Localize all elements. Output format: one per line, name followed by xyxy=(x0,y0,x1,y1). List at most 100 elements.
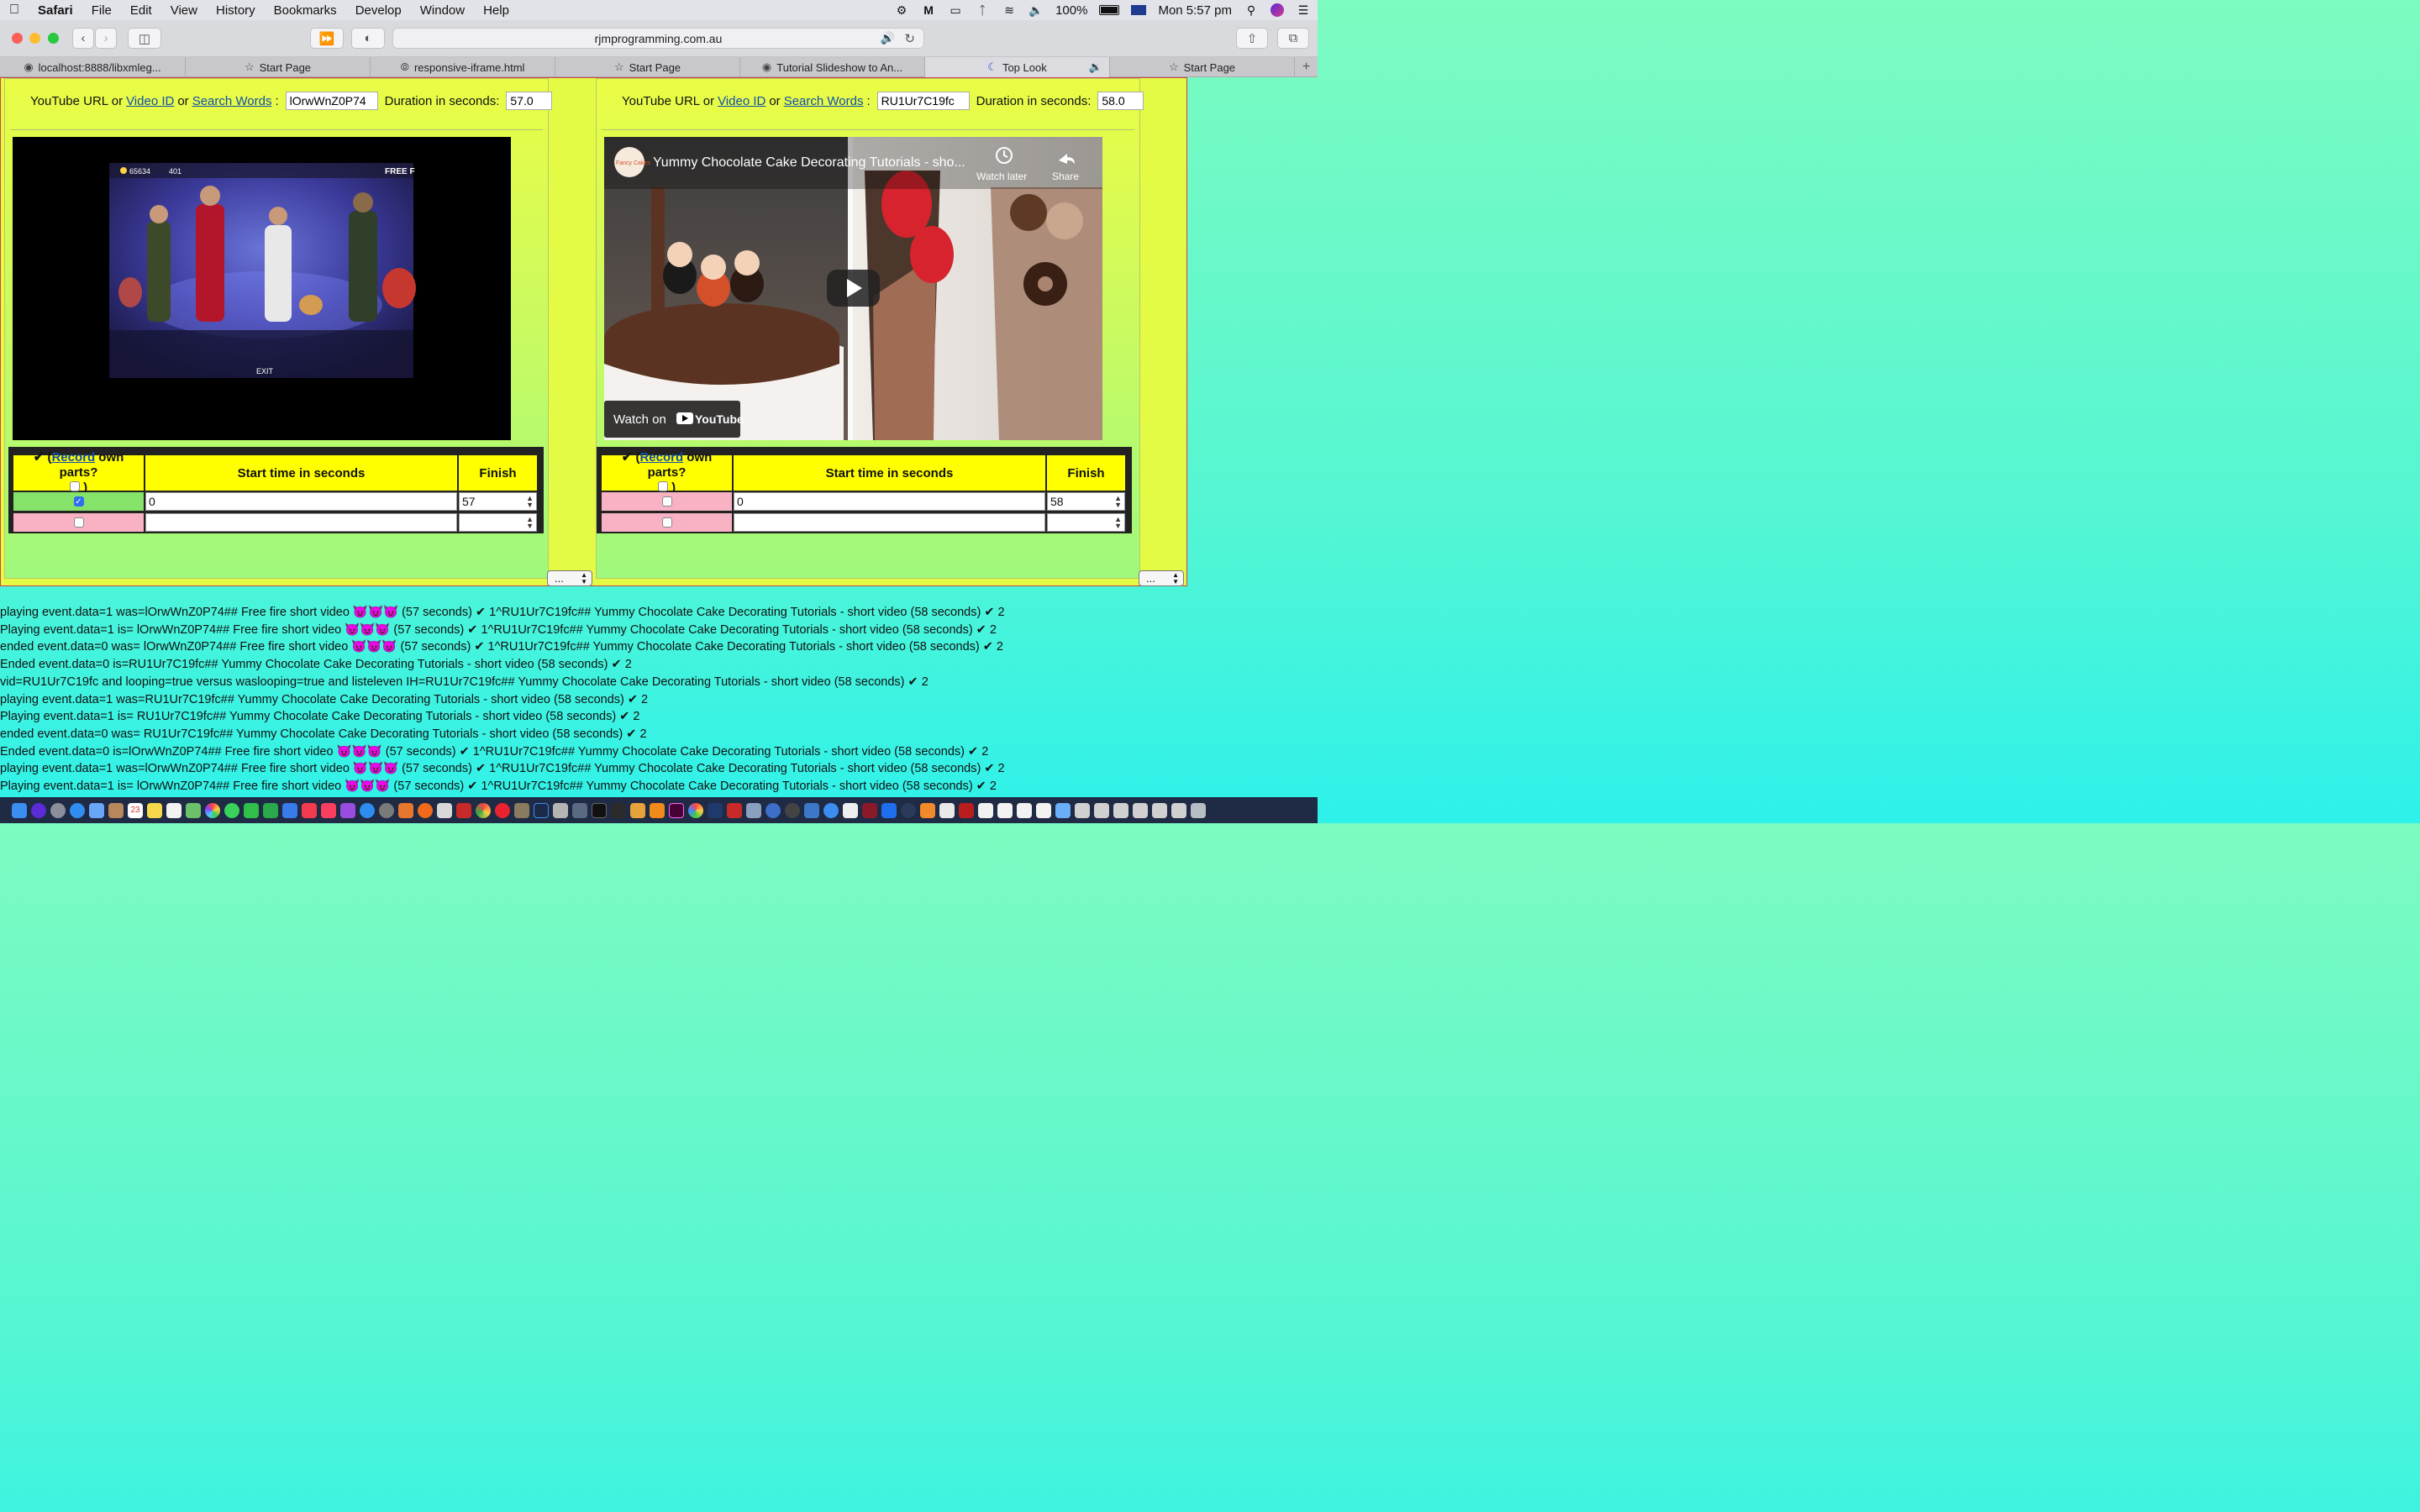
firefox-icon[interactable] xyxy=(418,802,433,818)
right-video-player[interactable]: Fancy Cakes Yummy Chocolate Cake Decorat… xyxy=(604,137,1102,440)
stepper-icon[interactable]: ▲ ▼ xyxy=(526,495,534,509)
photos-icon[interactable] xyxy=(205,802,220,818)
file-icon[interactable] xyxy=(978,802,993,818)
tab-responsive-iframe[interactable]: ⦾ responsive-iframe.html xyxy=(371,57,555,77)
file-icon[interactable] xyxy=(1017,802,1032,818)
right-options-select[interactable]: ... ▲ ▼ xyxy=(1139,570,1184,586)
tab-localhost[interactable]: ◉ localhost:8888/libxmleg... xyxy=(0,57,186,77)
left-row1-start-input[interactable]: 0 xyxy=(145,492,457,511)
podcasts-icon[interactable] xyxy=(340,802,355,818)
right-search-words-link[interactable]: Search Words xyxy=(784,94,864,108)
maps-icon[interactable] xyxy=(186,802,201,818)
numbers-icon[interactable] xyxy=(263,802,278,818)
vlc-icon[interactable] xyxy=(650,802,665,818)
left-row2-finish-input[interactable]: ▲ ▼ xyxy=(459,513,537,532)
left-row2-checkbox[interactable] xyxy=(73,517,84,528)
left-row1-checkbox[interactable]: ✓ xyxy=(73,496,84,507)
network-icon[interactable] xyxy=(746,802,761,818)
screenshot-icon[interactable] xyxy=(1171,802,1186,818)
sidebar-toggle-button[interactable]: ◫ xyxy=(128,28,161,49)
screenshot-icon[interactable] xyxy=(1075,802,1090,818)
music-icon[interactable] xyxy=(321,802,336,818)
right-row2-start-input[interactable] xyxy=(734,513,1045,532)
menu-develop[interactable]: Develop xyxy=(346,3,411,18)
quicktime-icon[interactable] xyxy=(901,802,916,818)
flag-icon[interactable] xyxy=(1131,5,1147,15)
menu-file[interactable]: File xyxy=(82,3,121,18)
left-duration-input[interactable] xyxy=(506,92,553,110)
photoshop-icon[interactable] xyxy=(534,802,549,818)
file-icon[interactable] xyxy=(1036,802,1051,818)
left-search-words-link[interactable]: Search Words xyxy=(192,94,272,108)
yt-share[interactable]: Share xyxy=(1052,171,1079,182)
messages-icon[interactable] xyxy=(224,802,239,818)
stepper-icon[interactable]: ▲ ▼ xyxy=(1114,516,1122,530)
left-row1-finish-input[interactable]: 57 ▲ ▼ xyxy=(459,492,537,511)
wifi-icon[interactable]: ≋ xyxy=(1002,3,1017,17)
bluetooth-icon[interactable]: ᛏ xyxy=(975,3,990,17)
notes-icon[interactable] xyxy=(147,802,162,818)
books-icon[interactable] xyxy=(920,802,935,818)
tab-audio-icon[interactable]: 🔉 xyxy=(1089,60,1102,74)
show-tabs-button[interactable]: ⧉ xyxy=(1277,28,1309,49)
spotlight-search-icon[interactable]: ⚲ xyxy=(1244,3,1259,17)
minimize-window-button[interactable] xyxy=(29,33,40,44)
preview-icon[interactable] xyxy=(572,802,587,818)
wine-icon[interactable] xyxy=(862,802,877,818)
right-row1-start-input[interactable]: 0 xyxy=(734,492,1045,511)
mail-dock-icon[interactable] xyxy=(89,802,104,818)
filezilla-icon[interactable] xyxy=(727,802,742,818)
xcode-icon[interactable] xyxy=(881,802,897,818)
menu-view[interactable]: View xyxy=(161,3,207,18)
file-icon[interactable] xyxy=(997,802,1013,818)
stepper-icon[interactable]: ▲ ▼ xyxy=(526,516,534,530)
menu-edit[interactable]: Edit xyxy=(121,3,161,18)
zoom-window-button[interactable] xyxy=(48,33,59,44)
script-editor-icon[interactable] xyxy=(553,802,568,818)
left-options-select[interactable]: ... ▲ ▼ xyxy=(547,570,592,586)
document-icon[interactable] xyxy=(939,802,955,818)
right-row2-finish-input[interactable]: ▲ ▼ xyxy=(1047,513,1125,532)
facetime-icon[interactable] xyxy=(244,802,259,818)
virtualbox-icon[interactable] xyxy=(804,802,819,818)
left-video-player[interactable]: 65634 401 FREE F EXIT xyxy=(13,137,511,440)
siri-icon[interactable] xyxy=(1270,3,1284,17)
pinwheel-icon[interactable] xyxy=(688,802,703,818)
calendar-icon[interactable]: 23 xyxy=(128,802,143,818)
status-app-icon[interactable]: ⚙ xyxy=(894,3,909,17)
preferences-icon[interactable] xyxy=(379,802,394,818)
right-video-id-link[interactable]: Video ID xyxy=(718,94,765,108)
tab-top-look[interactable]: ☾ Top Look 🔉 xyxy=(925,57,1110,77)
screenshot-icon[interactable] xyxy=(1094,802,1109,818)
forward-button[interactable]: › xyxy=(95,28,117,49)
textedit-icon[interactable] xyxy=(843,802,858,818)
privacy-shield-button[interactable]: ◐ xyxy=(351,28,385,49)
airplay-icon[interactable]: ▭ xyxy=(948,3,963,17)
filezilla-dock-icon[interactable] xyxy=(456,802,471,818)
terminal-icon[interactable] xyxy=(592,802,607,818)
menu-app-name[interactable]: Safari xyxy=(29,3,82,18)
volume-icon[interactable]: 🔈 xyxy=(1028,3,1044,17)
acrobat-icon[interactable] xyxy=(959,802,974,818)
app-store-icon[interactable] xyxy=(360,802,375,818)
screenshot-icon[interactable] xyxy=(1152,802,1167,818)
screenshot-icon[interactable] xyxy=(1113,802,1128,818)
menu-help[interactable]: Help xyxy=(474,3,518,18)
siri-dock-icon[interactable] xyxy=(31,802,46,818)
opera-icon[interactable] xyxy=(495,802,510,818)
tab-start-page-3[interactable]: ☆ Start Page xyxy=(1110,57,1295,77)
yt-watch-later[interactable]: Watch later xyxy=(976,171,1027,182)
activity-monitor-icon[interactable] xyxy=(611,802,626,818)
new-tab-button[interactable]: + xyxy=(1295,57,1318,77)
audacity-icon[interactable] xyxy=(630,802,645,818)
address-bar[interactable]: rjmprogramming.com.au 🔊 ↻ xyxy=(392,28,924,49)
back-button[interactable]: ‹ xyxy=(72,28,94,49)
left-record-all-checkbox[interactable] xyxy=(69,481,80,491)
battery-icon[interactable] xyxy=(1099,5,1120,15)
launchpad-icon[interactable] xyxy=(50,802,66,818)
contacts-icon[interactable] xyxy=(108,802,124,818)
left-record-link[interactable]: Record xyxy=(51,450,95,465)
safari-dock-icon[interactable] xyxy=(70,802,85,818)
finder-icon[interactable] xyxy=(12,802,27,818)
right-row2-checkbox[interactable] xyxy=(661,517,672,528)
